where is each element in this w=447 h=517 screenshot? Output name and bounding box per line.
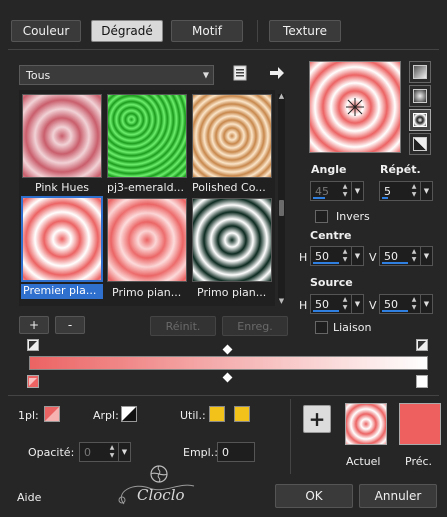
repeat-spinbox[interactable]: 5 ▲ ▼ ▼	[379, 181, 433, 201]
gradient-label: Primo pian...	[112, 286, 182, 299]
tab-divider	[257, 20, 258, 42]
swatch-divider	[290, 399, 291, 474]
invert-checkbox[interactable]	[315, 210, 328, 223]
current-swatch[interactable]	[345, 403, 387, 445]
gradient-label: Primo pian...	[197, 286, 267, 299]
gradient-thumb-primo-piano-2[interactable]	[192, 198, 272, 282]
scrollbar-down-icon[interactable]: ▼	[277, 297, 286, 305]
gradient-end-marker-top-icon[interactable]	[416, 339, 428, 351]
center-v-spinbox[interactable]: 50 ▲ ▼ ▼	[379, 246, 433, 266]
style-rectangular-button[interactable]	[409, 85, 431, 107]
ok-button[interactable]: OK	[275, 484, 353, 508]
chevron-down-icon[interactable]: ▼	[420, 295, 432, 313]
tab-degrade[interactable]: Dégradé	[91, 20, 163, 42]
chevron-down-icon[interactable]: ▼	[351, 247, 363, 265]
util-color-1[interactable]	[209, 406, 225, 422]
lower-separator	[8, 395, 439, 396]
gradient-start-marker-top-icon[interactable]	[27, 339, 39, 351]
link-checkbox[interactable]	[315, 321, 328, 334]
style-radial-button[interactable]	[409, 109, 431, 131]
list-menu-icon[interactable]	[233, 64, 249, 82]
category-dropdown[interactable]: Tous ▼	[19, 65, 214, 85]
opacity-label: Opacité:	[28, 446, 75, 459]
gradient-thumb-primo-piano-1[interactable]	[107, 198, 187, 282]
style-linear-button[interactable]	[409, 61, 431, 83]
gradient-label: Polished Co...	[192, 181, 266, 194]
invert-label: Invers	[336, 210, 370, 223]
center-label: Centre	[310, 229, 352, 242]
gradient-label: Pink Hues	[34, 181, 90, 194]
source-label: Source	[310, 276, 353, 289]
gallery-scrollbar[interactable]	[278, 94, 285, 300]
spin-arrows-icon[interactable]: ▲ ▼	[408, 183, 420, 199]
repeat-label: Répét.	[380, 163, 421, 176]
save-gradient-button[interactable]: Enreg.	[222, 316, 288, 336]
style-sunburst-button[interactable]	[409, 133, 431, 155]
gradient-editor-bar[interactable]	[29, 356, 428, 370]
spin-arrows-icon[interactable]: ▲ ▼	[339, 183, 351, 199]
background-label: Arpl:	[93, 409, 119, 422]
source-v-label: V	[369, 299, 377, 312]
gradient-label: pj3-emerald...	[107, 181, 185, 194]
link-label: Liaison	[333, 321, 372, 334]
spin-arrows-icon[interactable]: ▲ ▼	[339, 296, 351, 312]
center-v-label: V	[369, 251, 377, 264]
spin-arrows-icon[interactable]: ▲ ▼	[339, 248, 351, 264]
gradient-thumb-premier-plan[interactable]	[21, 196, 103, 282]
help-link[interactable]: Aide	[17, 491, 41, 504]
gradient-end-stop-icon[interactable]	[416, 375, 428, 388]
gradient-thumb-polished-copper[interactable]	[192, 94, 272, 178]
scrollbar-thumb[interactable]	[279, 200, 284, 216]
source-h-label: H	[299, 299, 308, 312]
add-gradient-button[interactable]: +	[19, 316, 49, 334]
header-separator	[8, 49, 439, 50]
chevron-down-icon[interactable]: ▼	[351, 295, 363, 313]
foreground-label: 1pl:	[18, 409, 39, 422]
foreground-style-icon[interactable]	[44, 406, 60, 422]
midpoint-marker-top-icon[interactable]	[222, 344, 233, 355]
gradient-thumb-pink-hues[interactable]	[22, 94, 102, 178]
add-swatch-button[interactable]: +	[303, 405, 331, 433]
midpoint-marker-bottom-icon[interactable]	[222, 372, 233, 383]
gradient-start-stop-icon[interactable]	[27, 375, 39, 388]
tab-motif[interactable]: Motif	[171, 20, 243, 42]
chevron-down-icon[interactable]: ▼	[351, 182, 363, 200]
source-h-spinbox[interactable]: 50 ▲ ▼ ▼	[310, 294, 364, 314]
chevron-down-icon[interactable]: ▼	[420, 182, 432, 200]
tab-texture[interactable]: Texture	[269, 20, 341, 42]
util-color-2[interactable]	[234, 406, 250, 422]
previous-swatch[interactable]	[399, 403, 441, 445]
scrollbar-up-icon[interactable]: ▲	[277, 92, 286, 100]
angle-label: Angle	[311, 163, 347, 176]
center-crosshair-icon[interactable]	[345, 97, 365, 117]
util-label: Util.:	[180, 409, 206, 422]
spin-arrows-icon[interactable]: ▲ ▼	[408, 248, 420, 264]
apply-arrow-icon[interactable]	[269, 66, 285, 80]
watermark-text: Cloclo	[137, 486, 185, 504]
cancel-button[interactable]: Annuler	[359, 484, 437, 508]
spin-arrows-icon[interactable]: ▲ ▼	[408, 296, 420, 312]
previous-label: Préc.	[405, 455, 433, 468]
angle-spinbox[interactable]: 45 ▲ ▼ ▼	[310, 181, 364, 201]
chevron-down-icon: ▼	[202, 70, 209, 80]
category-value: Tous	[26, 68, 51, 82]
reset-button[interactable]: Réinit.	[150, 316, 216, 336]
background-style-icon[interactable]	[121, 406, 137, 422]
remove-gradient-button[interactable]: -	[55, 316, 85, 334]
center-h-label: H	[299, 251, 308, 264]
current-label: Actuel	[346, 455, 381, 468]
gradient-label-selected: Premier pla...	[21, 284, 103, 299]
source-v-spinbox[interactable]: 50 ▲ ▼ ▼	[379, 294, 433, 314]
position-input[interactable]: 0	[217, 442, 255, 462]
chevron-down-icon[interactable]: ▼	[420, 247, 432, 265]
center-h-spinbox[interactable]: 50 ▲ ▼ ▼	[310, 246, 364, 266]
gradient-thumb-emerald[interactable]	[107, 94, 187, 178]
tab-couleur[interactable]: Couleur	[11, 20, 81, 42]
